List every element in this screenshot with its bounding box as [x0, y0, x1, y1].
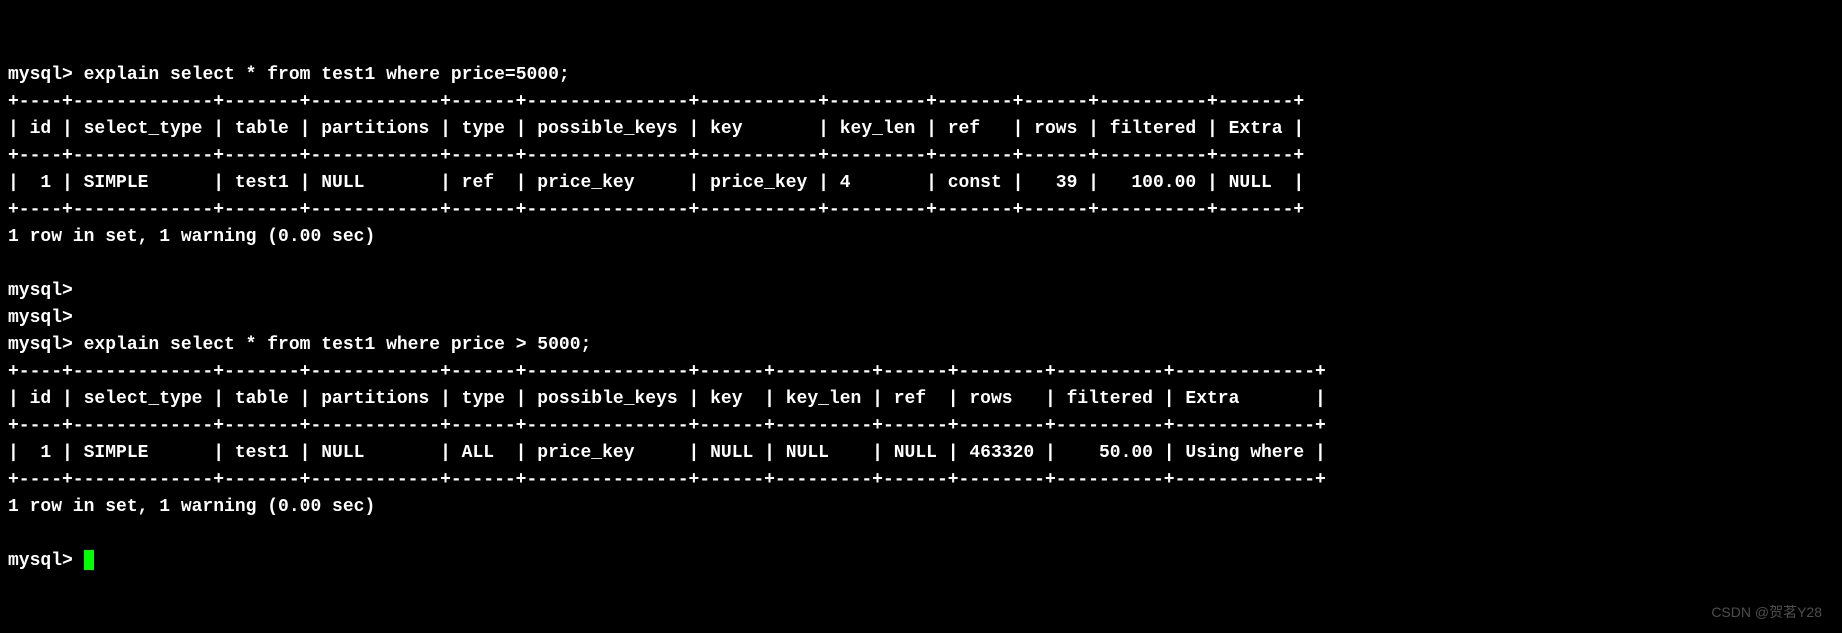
table-border: +----+-------------+-------+------------…	[8, 362, 1326, 382]
mysql-prompt: mysql>	[8, 308, 73, 328]
table-border: +----+-------------+-------+------------…	[8, 470, 1326, 490]
mysql-prompt: mysql>	[8, 335, 73, 355]
watermark: CSDN @贺茗Y28	[1711, 602, 1822, 623]
cursor-icon	[84, 550, 94, 570]
table-row: | 1 | SIMPLE | test1 | NULL | ALL | pric…	[8, 443, 1326, 463]
sql-command: explain select * from test1 where price=…	[84, 65, 570, 85]
table-border: +----+-------------+-------+------------…	[8, 200, 1304, 220]
prompt-line: mysql> explain select * from test1 where…	[8, 65, 570, 85]
status-line: 1 row in set, 1 warning (0.00 sec)	[8, 227, 375, 247]
table-border: +----+-------------+-------+------------…	[8, 416, 1326, 436]
table-header: | id | select_type | table | partitions …	[8, 119, 1304, 139]
prompt-line[interactable]: mysql>	[8, 551, 94, 571]
table-border: +----+-------------+-------+------------…	[8, 92, 1304, 112]
table-header: | id | select_type | table | partitions …	[8, 389, 1326, 409]
table-border: +----+-------------+-------+------------…	[8, 146, 1304, 166]
mysql-prompt: mysql>	[8, 551, 73, 571]
table-row: | 1 | SIMPLE | test1 | NULL | ref | pric…	[8, 173, 1304, 193]
mysql-prompt: mysql>	[8, 65, 73, 85]
prompt-line: mysql> explain select * from test1 where…	[8, 335, 591, 355]
status-line: 1 row in set, 1 warning (0.00 sec)	[8, 497, 375, 517]
mysql-prompt: mysql>	[8, 281, 73, 301]
sql-command: explain select * from test1 where price …	[84, 335, 592, 355]
